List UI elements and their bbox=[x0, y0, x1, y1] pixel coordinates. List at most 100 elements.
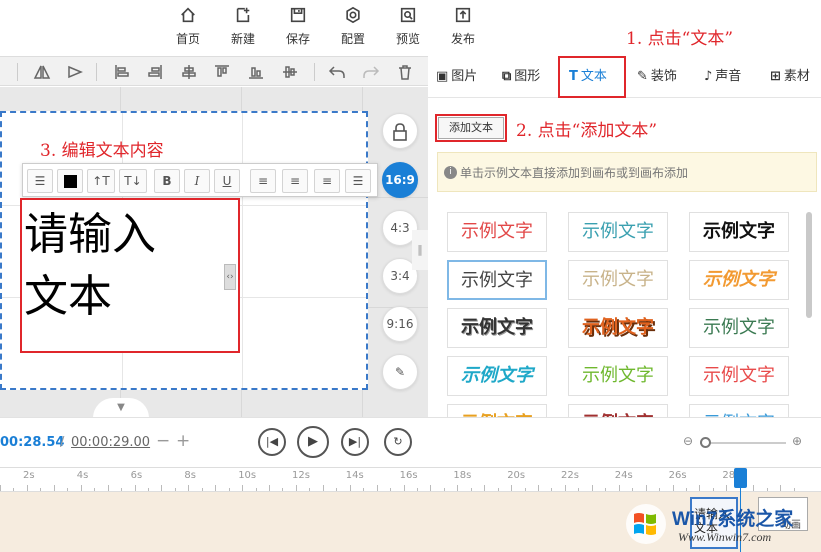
ruler-tick-label: 12s bbox=[292, 470, 310, 481]
ratio-9-16-button[interactable]: 9:16 bbox=[382, 306, 418, 342]
plus-icon[interactable]: + bbox=[176, 431, 190, 451]
tab-image[interactable]: ▣ 图片 bbox=[432, 56, 477, 98]
hint-text: 单击示例文本直接添加到画布或到画布添加 bbox=[460, 166, 689, 180]
menu-home-label: 首页 bbox=[175, 32, 200, 46]
tab-sound[interactable]: ♪ 声音 bbox=[700, 56, 741, 98]
new-file-icon bbox=[220, 6, 266, 28]
text-sample[interactable]: 示例文字 bbox=[689, 308, 789, 348]
canvas-toolbar bbox=[0, 56, 428, 86]
ruler-tick-label: 18s bbox=[453, 470, 472, 481]
text-sample[interactable]: 示例文字 bbox=[568, 404, 668, 417]
trash-icon[interactable] bbox=[396, 63, 414, 81]
bold-button[interactable]: B bbox=[154, 169, 180, 193]
zoom-slider-knob[interactable] bbox=[700, 437, 711, 448]
menu-preview-button[interactable]: 预览 bbox=[385, 6, 431, 47]
italic-button[interactable]: I bbox=[184, 169, 210, 193]
align-right-icon[interactable] bbox=[146, 63, 164, 81]
menu-publish-button[interactable]: 发布 bbox=[440, 6, 486, 47]
text-sample[interactable]: 示例文字 bbox=[689, 356, 789, 396]
tab-decor[interactable]: ✎ 装饰 bbox=[633, 56, 677, 98]
align-bottom-icon[interactable] bbox=[247, 63, 265, 81]
annotation-step1: 1. 点击“文本” bbox=[626, 29, 734, 49]
ruler-tick-label: 2s bbox=[23, 470, 35, 481]
text-sample[interactable]: 示例文字 bbox=[447, 404, 547, 417]
home-icon bbox=[165, 6, 211, 28]
text-sample[interactable]: 示例文字 bbox=[689, 404, 789, 417]
align-left-icon[interactable] bbox=[113, 63, 131, 81]
windows-logo-icon bbox=[626, 504, 666, 544]
font-color-button[interactable] bbox=[57, 169, 83, 193]
edit-button[interactable]: ✎ bbox=[382, 354, 418, 390]
flip-horizontal-icon[interactable] bbox=[33, 63, 51, 81]
publish-icon bbox=[440, 6, 486, 28]
ruler-tick-label: 4s bbox=[76, 470, 89, 481]
undo-icon[interactable] bbox=[328, 63, 346, 81]
align-text-left-icon[interactable]: ≡ bbox=[250, 169, 276, 193]
justify-text-icon[interactable]: ☰ bbox=[345, 169, 371, 193]
menu-config-button[interactable]: 配置 bbox=[330, 6, 376, 47]
font-size-down-button[interactable]: T↓ bbox=[119, 169, 147, 193]
text-box-resize-handle[interactable]: ‹› bbox=[224, 264, 236, 290]
text-sample[interactable]: 示例文字 bbox=[568, 308, 668, 348]
time-separator: / bbox=[60, 435, 65, 450]
text-sample[interactable]: 示例文字 bbox=[689, 260, 789, 300]
zoom-out-icon[interactable]: ⊖ bbox=[683, 434, 693, 448]
text-sample[interactable]: 示例文字 bbox=[689, 212, 789, 252]
save-icon bbox=[275, 6, 321, 28]
timeline-ruler[interactable]: 2s 4s 6s 8s 10s 12s 14s 16s 18s 20s 22s 24s 26s 28s bbox=[0, 467, 821, 491]
text-sample[interactable]: 示例文字 bbox=[447, 260, 547, 300]
align-text-center-icon[interactable]: ≡ bbox=[282, 169, 308, 193]
total-duration[interactable]: 00:00:29.00 bbox=[71, 435, 150, 450]
minus-icon[interactable]: − bbox=[156, 431, 170, 451]
current-time: 00:28.54 bbox=[0, 435, 65, 450]
skip-forward-button[interactable]: ▶| bbox=[341, 428, 369, 456]
tab-sound-label: 声音 bbox=[715, 69, 742, 84]
tab-material[interactable]: ⊞ 素材 bbox=[766, 56, 810, 98]
gear-icon bbox=[330, 6, 376, 28]
lock-button[interactable] bbox=[382, 113, 418, 149]
play-button[interactable]: ▶ bbox=[297, 426, 329, 458]
text-sample[interactable]: 示例文字 bbox=[447, 212, 547, 252]
text-sample[interactable]: 示例文字 bbox=[568, 260, 668, 300]
text-sample[interactable]: 示例文字 bbox=[568, 212, 668, 252]
skip-forward-icon: ▶| bbox=[348, 435, 362, 448]
underline-button[interactable]: U bbox=[214, 169, 240, 193]
align-top-icon[interactable] bbox=[213, 63, 231, 81]
preview-icon bbox=[385, 6, 431, 28]
text-sample[interactable]: 示例文字 bbox=[447, 356, 547, 396]
sample-scrollbar[interactable] bbox=[806, 212, 812, 318]
ruler-tick-label: 14s bbox=[345, 470, 364, 481]
text-sample[interactable]: 示例文字 bbox=[568, 356, 668, 396]
redo-icon[interactable] bbox=[362, 63, 380, 81]
align-middle-icon[interactable] bbox=[281, 63, 299, 81]
menu-publish-label: 发布 bbox=[450, 32, 475, 46]
zoom-slider-track[interactable] bbox=[700, 442, 786, 444]
replay-icon: ↻ bbox=[393, 435, 403, 448]
zoom-in-icon[interactable]: ⊕ bbox=[792, 434, 802, 448]
watermark-url: Www.Winwin7.com bbox=[678, 530, 772, 544]
text-sample[interactable]: 示例文字 bbox=[447, 308, 547, 348]
ratio-16-9-button[interactable]: 16:9 bbox=[382, 162, 418, 198]
list-icon[interactable]: ☰ bbox=[27, 169, 53, 193]
font-size-up-button[interactable]: ↑T bbox=[87, 169, 115, 193]
skip-back-button[interactable]: |◀ bbox=[258, 428, 286, 456]
tab-shape[interactable]: ⧉ 图形 bbox=[498, 56, 540, 98]
align-text-right-icon[interactable]: ≡ bbox=[314, 169, 340, 193]
hint-bar: i 单击示例文本直接添加到画布或到画布添加 bbox=[437, 152, 817, 192]
panel-toggle-handle[interactable]: ‖ bbox=[412, 230, 428, 270]
grid-icon: ⊞ bbox=[770, 69, 781, 84]
collapse-panel-button[interactable]: ▼ bbox=[93, 398, 149, 417]
canvas-text-content[interactable]: 请输入 文本 bbox=[24, 204, 156, 328]
menu-new-button[interactable]: 新建 bbox=[220, 6, 266, 47]
text-sample-grid: 示例文字 示例文字 示例文字 示例文字 示例文字 示例文字 示例文字 示例文字 … bbox=[428, 196, 821, 417]
replay-button[interactable]: ↻ bbox=[384, 428, 412, 456]
menu-save-button[interactable]: 保存 bbox=[275, 6, 321, 47]
skip-back-icon: |◀ bbox=[265, 435, 279, 448]
align-center-icon[interactable] bbox=[180, 63, 198, 81]
menu-home-button[interactable]: 首页 bbox=[165, 6, 211, 47]
flip-vertical-icon[interactable] bbox=[66, 63, 84, 81]
canvas-text-box[interactable]: 请输入 文本 bbox=[20, 198, 240, 353]
annotation-step3: 3. 编辑文本内容 bbox=[40, 141, 164, 161]
ruler-tick-label: 24s bbox=[614, 470, 633, 481]
playhead-handle[interactable] bbox=[734, 468, 747, 488]
